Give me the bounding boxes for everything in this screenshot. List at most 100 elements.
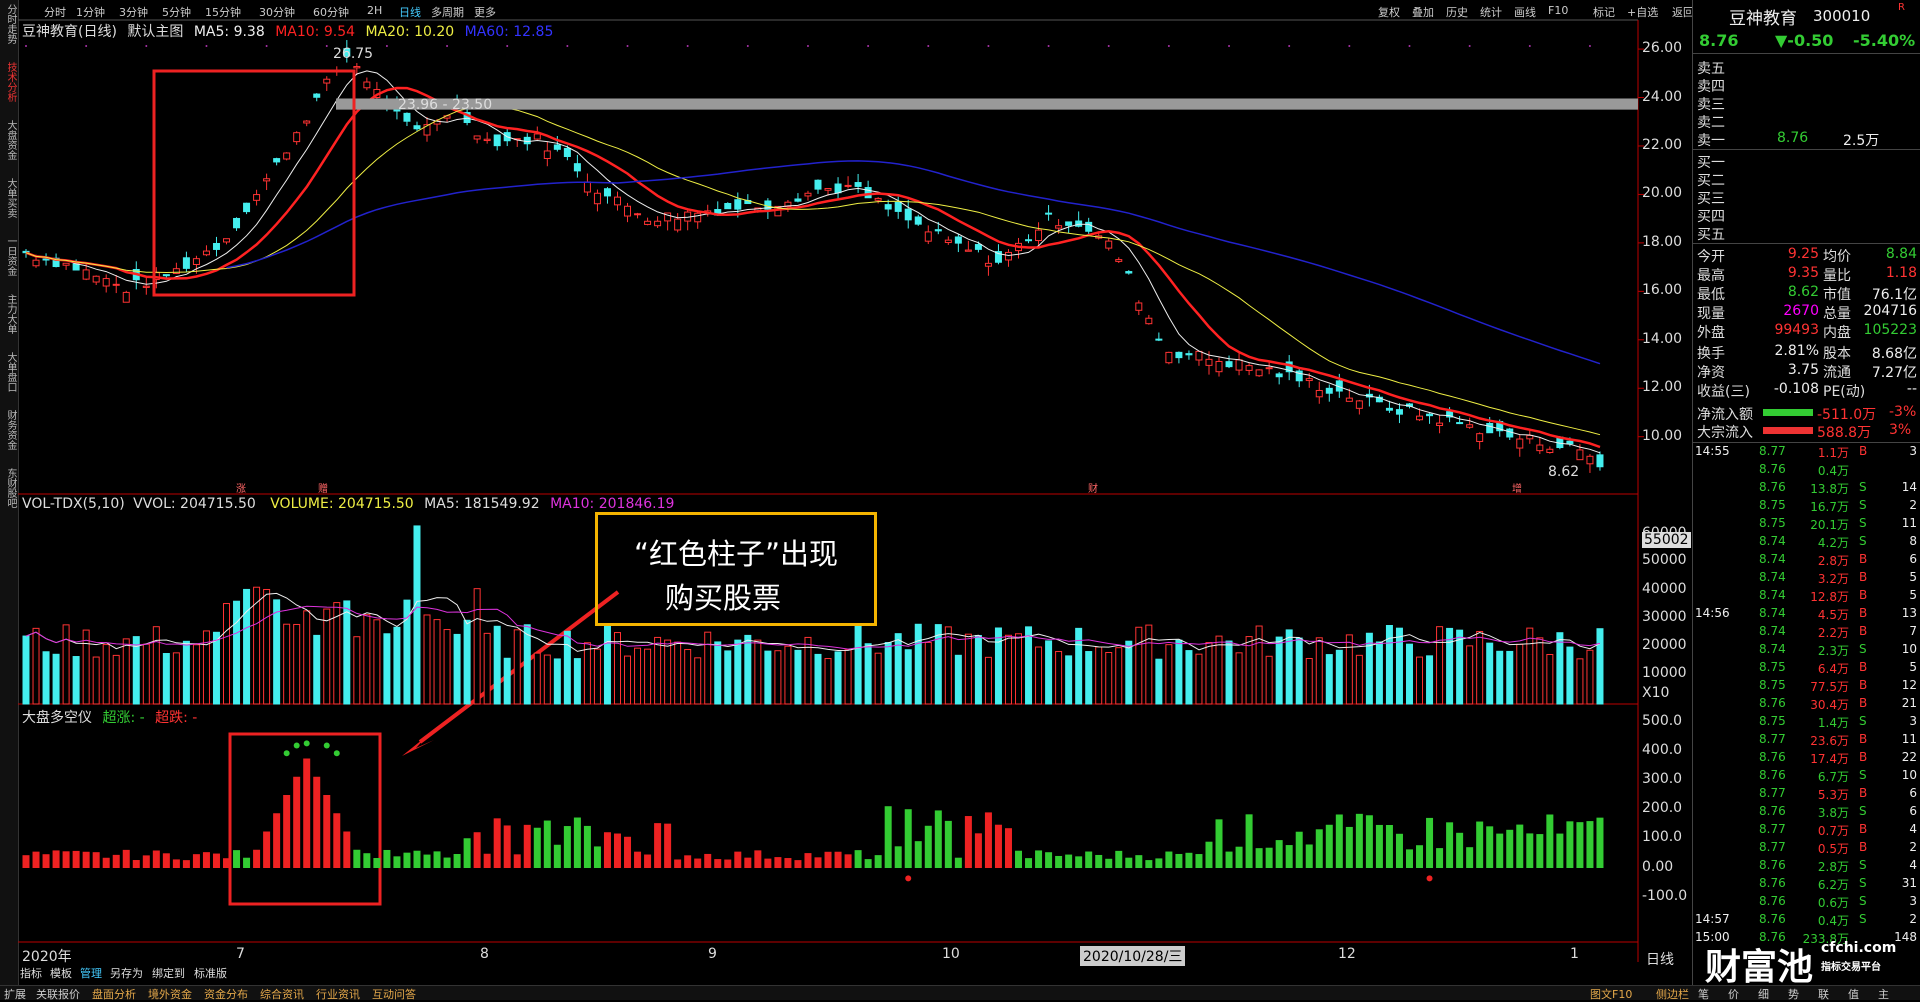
indicator-bar <box>1225 851 1233 868</box>
event-dot <box>566 45 569 47</box>
tick-side-0: B <box>1859 444 1868 458</box>
indicator-bar <box>192 854 200 868</box>
indicator-bar <box>704 853 712 868</box>
volume-bar <box>974 634 982 705</box>
volume-bar <box>212 631 220 705</box>
bottom-tab-2[interactable]: 盘面分析 <box>92 986 136 1002</box>
event-dot <box>385 45 388 47</box>
tick-volume-4: 20.1万 <box>1810 518 1849 532</box>
sidebar-tab-0[interactable]: 分时走势 <box>1 4 16 44</box>
bottom-tab-0[interactable]: 扩展 <box>4 986 26 1002</box>
indicator-bar <box>413 850 421 868</box>
bottom-tab-4[interactable]: 资金分布 <box>204 986 248 1002</box>
sidebar-tab-3[interactable]: 大单买卖 <box>1 178 16 218</box>
candle-body <box>363 81 371 89</box>
bottom-right-tab-2[interactable]: 笔 <box>1698 986 1709 1002</box>
bottom-tab-1[interactable]: 关联报价 <box>36 986 80 1002</box>
candle-body <box>844 184 852 187</box>
sidebar-tab-8[interactable]: 东财股吧 <box>1 468 16 508</box>
tick-volume-6: 2.8万 <box>1817 554 1849 568</box>
stat-label2-5: 股本 <box>1823 346 1851 362</box>
tick-volume-19: 5.3万 <box>1817 788 1849 802</box>
candle-body <box>654 220 662 227</box>
tick-count-7: 5 <box>1909 570 1917 584</box>
volume-bar <box>1215 635 1223 705</box>
candle-body <box>864 187 872 199</box>
indicator-bar <box>1516 824 1524 868</box>
candle-body <box>984 262 992 267</box>
candle-body <box>634 213 642 216</box>
candle-body <box>1195 350 1203 361</box>
bottom-right-tab-1[interactable]: 侧边栏 <box>1656 986 1689 1002</box>
tick-count-17: 22 <box>1901 750 1917 764</box>
legend-theme[interactable]: 默认主图 <box>127 24 183 40</box>
bottom-right-tab-0[interactable]: 图文F10 <box>1590 986 1632 1002</box>
indicator-tool-2[interactable]: 管理 <box>80 965 102 981</box>
tick-volume-22: 0.5万 <box>1817 842 1849 856</box>
candle-body <box>1205 358 1213 366</box>
tick-count-12: 5 <box>1909 660 1917 674</box>
indicator-tool-3[interactable]: 另存为 <box>110 965 143 981</box>
volume-bar <box>493 625 501 705</box>
event-mark: 涨 <box>236 483 246 495</box>
event-dot <box>1107 45 1110 47</box>
bottom-right-tab-8[interactable]: 主 <box>1878 986 1889 1002</box>
bottom-right-tab-6[interactable]: 联 <box>1818 986 1829 1002</box>
bottom-right-tab-7[interactable]: 值 <box>1848 986 1859 1002</box>
bottom-tab-7[interactable]: 互动问答 <box>372 986 416 1002</box>
event-dot <box>746 45 749 47</box>
tick-price-8: 8.74 <box>1759 588 1786 602</box>
indicator-bar <box>313 776 321 868</box>
sidebar-tab-5[interactable]: 主力大单 <box>1 294 16 334</box>
sidebar-tab-7[interactable]: 财务资金 <box>1 410 16 450</box>
indicator-tool-4[interactable]: 绑定到 <box>152 965 185 981</box>
last-price: 8.76 <box>1699 31 1739 50</box>
period-label[interactable]: 日线 <box>1646 949 1674 969</box>
volume-bar <box>1195 653 1203 705</box>
bottom-tab-6[interactable]: 行业资讯 <box>316 986 360 1002</box>
indicator-bar <box>42 854 50 868</box>
signal-dot <box>905 875 912 882</box>
indicator-tool-1[interactable]: 模板 <box>50 965 72 981</box>
vol-legend-volume: VOLUME: 204715.50 <box>270 496 414 512</box>
volume-bar <box>704 631 712 705</box>
indicator-tool-5[interactable]: 标准版 <box>194 965 227 981</box>
tick-volume-15: 1.4万 <box>1817 716 1849 730</box>
volume-bar <box>924 641 932 705</box>
indicator-tool-0[interactable]: 指标 <box>20 965 42 981</box>
candle-body <box>914 216 922 225</box>
sidebar-tab-4[interactable]: 一日资金 <box>1 236 16 276</box>
candle-body <box>1426 413 1434 417</box>
indicator-bar <box>122 849 130 868</box>
indicator-bar <box>553 844 561 868</box>
candle-body <box>42 258 50 261</box>
indicator-bar <box>1586 821 1594 868</box>
volume-bar <box>1255 625 1263 705</box>
stat-label2-7: PE(动) <box>1823 384 1866 400</box>
volume-bar <box>1045 640 1053 705</box>
indicator-tools: 指标 模板 管理 另存为 绑定到 标准版 <box>18 965 318 981</box>
tick-count-23: 4 <box>1909 858 1917 872</box>
tick-side-5: S <box>1859 534 1867 548</box>
date-label-6: 12 <box>1338 946 1356 962</box>
bottom-right-tab-5[interactable]: 势 <box>1788 986 1799 1002</box>
bottom-tab-5[interactable]: 综合资讯 <box>260 986 304 1002</box>
bid-label-2: 买三 <box>1697 191 1725 207</box>
indicator-bar <box>613 833 621 868</box>
indicator-bar <box>1115 850 1123 868</box>
bottom-tab-3[interactable]: 境外资金 <box>148 986 192 1002</box>
sidebar-tab-6[interactable]: 大单盘口 <box>1 352 16 392</box>
annotation-box: “红色柱子”出现 购买股票 <box>595 512 877 626</box>
candle-body <box>874 197 882 201</box>
sidebar-tab-1[interactable]: 技术分析 <box>1 62 16 102</box>
indicator-bar <box>323 795 331 868</box>
event-dot <box>145 45 148 47</box>
price-axis-label-0: 26.00 <box>1642 40 1683 57</box>
tick-price-19: 8.77 <box>1759 786 1786 800</box>
bottom-right-tab-3[interactable]: 价 <box>1728 986 1739 1002</box>
candlestick-pane: 涨赠财增 <box>22 40 1638 906</box>
sidebar-tab-2[interactable]: 大盘资金 <box>1 120 16 160</box>
price-change-pct: -5.40% <box>1853 31 1916 50</box>
candle-body <box>1225 361 1233 368</box>
bottom-right-tab-4[interactable]: 细 <box>1758 986 1769 1002</box>
